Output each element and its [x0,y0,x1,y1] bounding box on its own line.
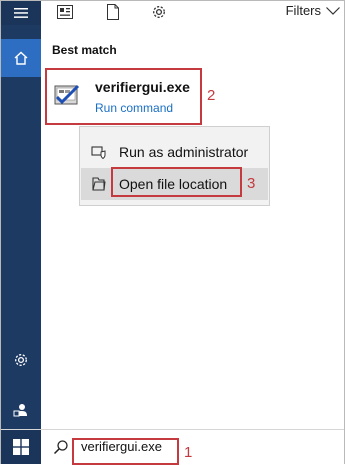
windows-start-icon[interactable] [1,430,41,464]
menu-item-label: Run as administrator [119,144,249,160]
start-menu-window: Filters Best match verifiergui.exe Run c… [0,0,345,465]
search-icon [53,439,69,455]
menu-item-run-as-administrator[interactable]: Run as administrator [81,136,268,168]
best-match-heading: Best match [52,43,117,57]
callout-1: 1 [184,444,193,461]
grid-doc-icon[interactable] [55,3,75,21]
highlight-box-open-file-location [111,167,242,197]
settings-gear-icon[interactable] [149,3,169,21]
shield-run-icon [91,144,107,160]
highlight-box-result [45,68,202,125]
top-bar: Filters [41,1,344,25]
callout-2: 2 [207,87,216,104]
document-icon[interactable] [103,3,123,21]
left-rail [1,1,41,429]
settings-gear-icon[interactable] [1,343,41,377]
home-icon[interactable] [1,39,41,77]
folder-icon [91,176,107,192]
hamburger-icon[interactable] [1,1,41,25]
highlight-box-search [72,438,179,465]
filters-dropdown[interactable]: Filters [286,3,340,18]
chevron-down-icon [326,6,340,15]
callout-3: 3 [247,175,256,192]
user-icon[interactable] [1,393,41,427]
filters-label: Filters [285,3,321,18]
